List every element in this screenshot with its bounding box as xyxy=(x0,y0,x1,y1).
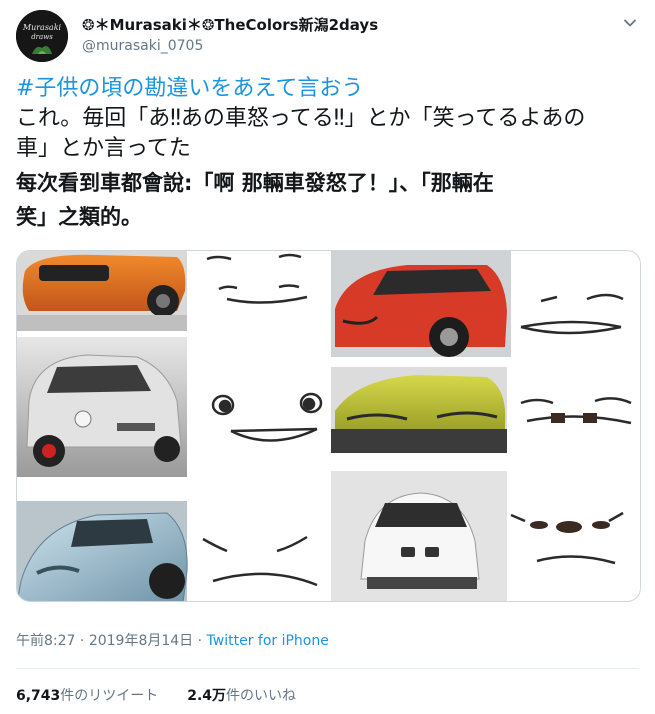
chevron-down-icon[interactable] xyxy=(621,14,639,32)
avatar[interactable]: Murasaki draws xyxy=(16,10,68,62)
likes-label: 件のいいね xyxy=(226,688,297,704)
face-drawing-smirk xyxy=(520,293,624,335)
face-drawing-teeth xyxy=(520,397,632,425)
car-photo-abarth xyxy=(17,337,187,477)
divider xyxy=(16,668,639,669)
likes-count: 2.4万 xyxy=(187,688,227,704)
face-drawing-grin xyxy=(206,253,308,304)
tweet-stats: 6,743件のリツイート 2.4万件のいいね xyxy=(16,685,296,705)
car-photo-red xyxy=(331,251,511,357)
car-photo-blue xyxy=(17,501,188,601)
tweet-time[interactable]: 午前8:27 xyxy=(16,633,75,649)
tweet-date[interactable]: 2019年8月14日 xyxy=(89,633,193,649)
retweets-count: 6,743 xyxy=(16,688,61,704)
retweets-label: 件のリツイート xyxy=(60,688,159,704)
translation-line-1: 每次看到車都會說:「啊 那輛車發怒了！」、「那輛在 xyxy=(16,171,494,195)
svg-text:draws: draws xyxy=(31,33,53,41)
avatar-image: Murasaki draws xyxy=(16,10,68,62)
hashtag-link[interactable]: #子供の頃の勘違いをあえて言おう xyxy=(16,74,646,104)
tweet-text: #子供の頃の勘違いをあえて言おう これ。毎回「あ‼あの車怒ってる‼」とか「笑って… xyxy=(16,74,646,232)
face-drawing-smile xyxy=(211,392,323,442)
car-photo-yellow xyxy=(331,367,507,453)
tweet-source-link[interactable]: Twitter for iPhone xyxy=(207,633,329,649)
tweet-header: Murasaki draws ❂＊Murasaki＊❂TheColors新潟2d… xyxy=(16,10,639,66)
likes-stat[interactable]: 2.4万件のいいね xyxy=(187,688,296,704)
author-names: ❂＊Murasaki＊❂TheColors新潟2days @murasaki_0… xyxy=(82,14,378,54)
car-photo-orange xyxy=(17,251,187,331)
tweet-line-2: 車」とか言ってた xyxy=(16,136,191,161)
tweet-meta: 午前8:27 · 2019年8月14日 · Twitter for iPhone xyxy=(16,630,329,650)
avatar-logo-text: Murasaki xyxy=(22,23,62,32)
user-handle[interactable]: @murasaki_0705 xyxy=(82,38,378,54)
face-drawing-grimace xyxy=(510,511,624,565)
display-name[interactable]: ❂＊Murasaki＊❂TheColors新潟2days xyxy=(82,14,378,35)
car-photo-white xyxy=(331,471,507,601)
media-image[interactable] xyxy=(16,250,641,602)
meta-separator-2: · xyxy=(193,633,207,649)
face-drawing-angry xyxy=(202,535,318,587)
meta-separator: · xyxy=(75,633,89,649)
tweet-line-1: これ。毎回「あ‼あの車怒ってる‼」とか「笑ってるよあの xyxy=(16,106,586,131)
retweets-stat[interactable]: 6,743件のリツイート xyxy=(16,688,158,704)
translation-line-2: 笑」之類的。 xyxy=(16,205,142,229)
